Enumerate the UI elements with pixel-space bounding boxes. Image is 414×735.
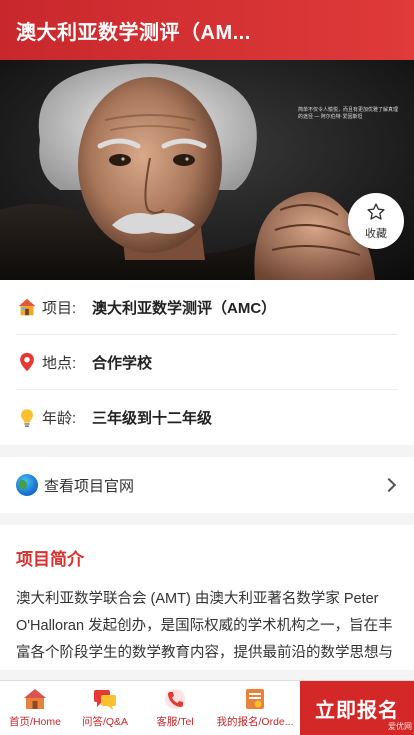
lightbulb-icon	[16, 407, 38, 429]
official-website-link[interactable]: 查看项目官网	[0, 457, 414, 513]
info-key-location: 地点:	[42, 354, 77, 372]
register-now-button[interactable]: 立即报名 爱优网	[300, 681, 414, 735]
page-title: 澳大利亚数学测评（AM...	[16, 21, 251, 44]
tab-my-orders[interactable]: 我的报名/Orde...	[210, 681, 300, 735]
map-pin-icon	[16, 351, 38, 373]
info-row-location: 地点: 合作学校	[16, 335, 398, 390]
info-row-project: 项目: 澳大利亚数学测评（AMC）	[16, 280, 398, 335]
section-gap	[0, 445, 414, 457]
favorite-label: 收藏	[365, 227, 387, 240]
star-outline-icon	[367, 202, 385, 220]
info-row-age: 年龄: 三年级到十二年级	[16, 390, 398, 445]
tab-service[interactable]: 客服/Tel	[140, 681, 210, 735]
chat-bubble-icon	[94, 690, 116, 710]
app-header: 澳大利亚数学测评（AM...	[0, 0, 414, 60]
info-value-age: 三年级到十二年级	[92, 410, 213, 427]
tab-qa[interactable]: 问答/Q&A	[70, 681, 140, 735]
intro-body: 澳大利亚数学联合会 (AMT) 由澳大利亚著名数学家 Peter O'Hallo…	[16, 591, 393, 661]
official-website-label: 查看项目官网	[44, 477, 135, 495]
info-key-project: 项目:	[42, 299, 77, 317]
tab-home[interactable]: 首页/Home	[0, 681, 70, 735]
phone-icon	[165, 689, 185, 709]
info-value-project: 澳大利亚数学测评（AMC）	[92, 299, 277, 317]
document-icon	[246, 689, 264, 709]
house-icon	[16, 296, 38, 318]
tab-qa-label: 问答/Q&A	[81, 716, 129, 728]
home-icon	[24, 689, 46, 709]
register-now-label: 立即报名	[315, 699, 399, 722]
info-value-location: 合作学校	[92, 354, 153, 372]
intro-title: 项目简介	[16, 550, 84, 569]
page: 澳大利亚数学测评（AM... 简单不仅令人愉悦，而且有更加优雅了解真理的途径 —…	[0, 0, 414, 735]
chevron-right-icon	[381, 477, 397, 493]
watermark-text: 爱优网	[388, 722, 412, 731]
project-intro: 项目简介 澳大利亚数学联合会 (AMT) 由澳大利亚著名数学家 Peter O'…	[0, 525, 414, 670]
hero-quote: 简单不仅令人愉悦，而且有更加优雅了解真理的途径 — 阿尔伯特·爱因斯坦	[298, 107, 399, 120]
tab-my-orders-label: 我的报名/Orde...	[216, 716, 294, 728]
bottom-tab-bar: 首页/Home 问答/Q&A 客服/Tel 我的报名/Orde... 立即报名 …	[0, 680, 414, 735]
globe-icon	[16, 474, 38, 496]
einstein-portrait	[0, 60, 414, 280]
project-info: 项目: 澳大利亚数学测评（AMC） 地点: 合作学校 年龄: 三年级到十二年级	[0, 280, 414, 445]
favorite-button[interactable]: 收藏	[348, 193, 404, 249]
hero-image: 简单不仅令人愉悦，而且有更加优雅了解真理的途径 — 阿尔伯特·爱因斯坦	[0, 60, 414, 280]
tab-home-label: 首页/Home	[9, 716, 61, 728]
tab-service-label: 客服/Tel	[156, 716, 194, 728]
info-key-age: 年龄:	[42, 410, 77, 427]
section-gap	[0, 513, 414, 525]
